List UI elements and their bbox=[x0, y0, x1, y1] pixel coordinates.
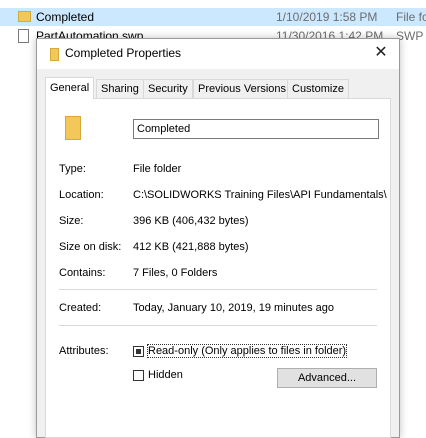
type-label: Type: bbox=[59, 163, 86, 175]
size-label: Size: bbox=[59, 215, 84, 227]
file-icon bbox=[18, 29, 29, 43]
folder-name-input[interactable] bbox=[133, 119, 379, 139]
tab-sharing[interactable]: Sharing bbox=[96, 79, 144, 98]
explorer-row-type: SWP F bbox=[396, 29, 426, 43]
tab-customize[interactable]: Customize bbox=[287, 79, 349, 98]
advanced-button[interactable]: Advanced... bbox=[277, 368, 377, 388]
type-value: File folder bbox=[133, 163, 182, 175]
explorer-row-completed[interactable]: Completed 1/10/2019 1:58 PM File fo bbox=[0, 8, 426, 26]
explorer-row-date: 1/10/2019 1:58 PM bbox=[276, 10, 378, 24]
size-value: 396 KB (406,432 bytes) bbox=[133, 215, 249, 227]
properties-dialog: Completed Properties ✕ General Sharing S… bbox=[36, 38, 400, 438]
created-label: Created: bbox=[59, 302, 102, 314]
folder-icon bbox=[65, 116, 81, 140]
explorer-row-type: File fo bbox=[396, 10, 426, 24]
size-on-disk-value: 412 KB (421,888 bytes) bbox=[133, 241, 249, 253]
dialog-title: Completed Properties bbox=[65, 46, 182, 60]
location-label: Location: bbox=[59, 189, 104, 201]
folder-icon bbox=[50, 48, 59, 61]
created-value: Today, January 10, 2019, 19 minutes ago bbox=[133, 302, 334, 314]
hidden-checkbox[interactable] bbox=[133, 370, 144, 381]
folder-icon bbox=[18, 11, 31, 22]
divider bbox=[59, 289, 377, 290]
contains-label: Contains: bbox=[59, 267, 106, 279]
tab-security[interactable]: Security bbox=[143, 79, 193, 98]
tab-previous-versions[interactable]: Previous Versions bbox=[193, 79, 292, 98]
contains-value: 7 Files, 0 Folders bbox=[133, 267, 218, 279]
explorer-row-name: Completed bbox=[36, 10, 95, 24]
close-button[interactable]: ✕ bbox=[369, 42, 393, 64]
divider bbox=[59, 325, 377, 326]
readonly-checkbox-label[interactable]: Read-only (Only applies to files in fold… bbox=[146, 344, 348, 358]
attributes-label: Attributes: bbox=[59, 345, 109, 357]
dialog-titlebar[interactable]: Completed Properties ✕ bbox=[37, 39, 399, 69]
hidden-checkbox-label[interactable]: Hidden bbox=[148, 369, 183, 381]
size-on-disk-label: Size on disk: bbox=[59, 241, 122, 253]
location-value: C:\SOLIDWORKS Training Files\API Fundame… bbox=[133, 189, 387, 201]
general-panel: Type: File folder Location: C:\SOLIDWORK… bbox=[45, 98, 391, 438]
readonly-checkbox[interactable] bbox=[133, 346, 144, 357]
tab-general[interactable]: General bbox=[45, 77, 95, 99]
